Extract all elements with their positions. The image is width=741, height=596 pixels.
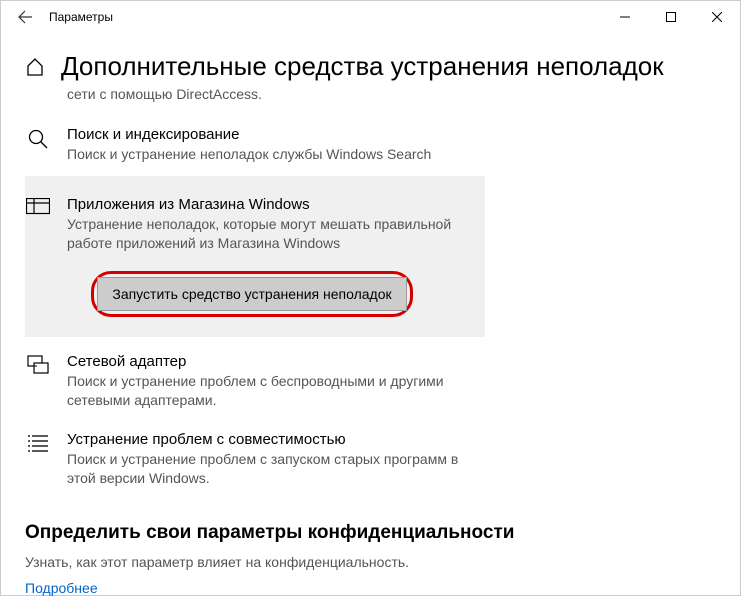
search-icon xyxy=(25,126,51,152)
troubleshooter-compat[interactable]: Устранение проблем с совместимостью Поис… xyxy=(25,421,485,500)
maximize-icon xyxy=(666,12,676,22)
close-button[interactable] xyxy=(694,1,740,33)
close-icon xyxy=(712,12,722,22)
run-troubleshooter-button[interactable]: Запустить средство устранения неполадок xyxy=(97,277,406,311)
titlebar: Параметры xyxy=(1,1,740,33)
privacy-subtext: Узнать, как этот параметр влияет на конф… xyxy=(25,554,716,570)
item-desc: Поиск и устранение проблем с запуском ст… xyxy=(67,450,479,488)
item-title: Сетевой адаптер xyxy=(67,353,479,370)
content-area: сети с помощью DirectAccess. Поиск и инд… xyxy=(1,86,740,596)
item-desc: Устранение неполадок, которые могут меша… xyxy=(67,215,473,253)
page-title: Дополнительные средства устранения непол… xyxy=(61,51,664,82)
page-header: Дополнительные средства устранения непол… xyxy=(1,33,740,86)
learn-more-link[interactable]: Подробнее xyxy=(25,580,716,596)
item-desc: Поиск и устранение неполадок службы Wind… xyxy=(67,145,479,164)
minimize-button[interactable] xyxy=(602,1,648,33)
maximize-button[interactable] xyxy=(648,1,694,33)
back-arrow-icon xyxy=(17,9,33,25)
network-adapter-icon xyxy=(25,353,51,379)
store-app-icon xyxy=(25,196,51,222)
privacy-heading: Определить свои параметры конфиденциальн… xyxy=(25,522,716,544)
compatibility-icon xyxy=(25,431,51,457)
home-icon[interactable] xyxy=(25,57,45,77)
troubleshooter-network[interactable]: Сетевой адаптер Поиск и устранение пробл… xyxy=(25,343,485,422)
minimize-icon xyxy=(620,12,630,22)
window-controls xyxy=(602,1,740,33)
troubleshooter-store[interactable]: Приложения из Магазина Windows Устранени… xyxy=(25,186,479,271)
item-title: Приложения из Магазина Windows xyxy=(67,196,473,213)
item-desc: Поиск и устранение проблем с беспроводны… xyxy=(67,372,479,410)
troubleshooter-search[interactable]: Поиск и индексирование Поиск и устранени… xyxy=(25,116,485,176)
item-title: Устранение проблем с совместимостью xyxy=(67,431,479,448)
back-button[interactable] xyxy=(9,1,41,33)
window-title: Параметры xyxy=(49,10,113,24)
troubleshooter-store-selected: Приложения из Магазина Windows Устранени… xyxy=(25,176,485,337)
troubleshooter-list: Поиск и индексирование Поиск и устранени… xyxy=(25,116,485,500)
pre-text-fragment: сети с помощью DirectAccess. xyxy=(67,86,716,102)
highlight-annotation: Запустить средство устранения неполадок xyxy=(91,271,412,317)
item-title: Поиск и индексирование xyxy=(67,126,479,143)
